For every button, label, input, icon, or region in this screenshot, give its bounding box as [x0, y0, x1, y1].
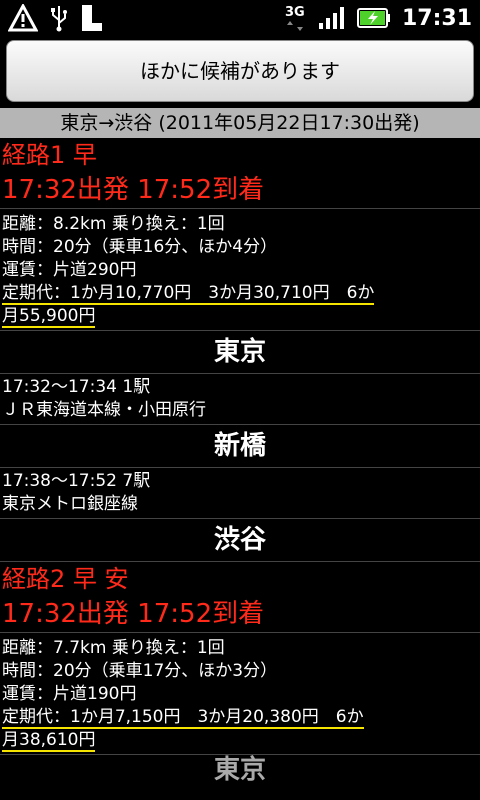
route-title: 経路2 早 安: [2, 565, 129, 593]
route-segment: 17:32～17:34 1駅 ＪＲ東海道本線・小田原行: [0, 374, 480, 424]
3g-icon: 3G: [285, 5, 305, 31]
route-duration: 時間：20分（乗車16分、ほか4分）: [2, 237, 278, 257]
sd-card-icon: [82, 5, 102, 31]
route-times: 17:32出発 17:52到着: [2, 599, 265, 629]
route-distance: 距離：8.2km 乗り換え：1回: [2, 214, 225, 234]
signal-icon: [318, 7, 344, 29]
status-time: 17:31: [401, 5, 472, 31]
route-fare: 運賃：片道190円: [2, 684, 137, 704]
segment-line: 東京メトロ銀座線: [2, 494, 138, 514]
warning-icon: [8, 4, 38, 32]
route-distance: 距離：7.7km 乗り換え：1回: [2, 638, 225, 658]
commuter-pass-line2: 月55,900円: [2, 306, 96, 328]
route-details: 距離：8.2km 乗り換え：1回 時間：20分（乗車16分、ほか4分） 運賃：片…: [0, 209, 480, 330]
segment-line: ＪＲ東海道本線・小田原行: [2, 400, 206, 420]
station-name: 新橋: [213, 431, 266, 461]
station-name: 東京: [213, 337, 266, 367]
commuter-pass-line1: 定期代：1か月10,770円 3か月30,710円 6か: [2, 283, 375, 305]
route-segment: 17:38～17:52 7駅 東京メトロ銀座線: [0, 468, 480, 518]
network-label: 3G: [285, 5, 305, 20]
segment-time: 17:32～17:34 1駅: [2, 377, 151, 397]
other-candidates-wrap: ほかに候補があります: [0, 36, 480, 108]
route-title: 経路1 早: [2, 141, 97, 169]
route-search-header: 東京→渋谷 (2011年05月22日17:30出発): [0, 108, 480, 138]
status-bar: 3G 17:31: [0, 0, 480, 36]
route-1[interactable]: 経路1 早 17:32出発 17:52到着 距離：8.2km 乗り換え：1回 時…: [0, 138, 480, 562]
segment-time: 17:38～17:52 7駅: [2, 471, 151, 491]
route-duration: 時間：20分（乗車17分、ほか3分）: [2, 661, 278, 681]
commuter-pass-line1: 定期代：1か月7,150円 3か月20,380円 6か: [2, 707, 364, 729]
battery-charging-icon: [356, 8, 390, 28]
usb-icon: [51, 6, 67, 32]
route-details: 距離：7.7km 乗り換え：1回 時間：20分（乗車17分、ほか3分） 運賃：片…: [0, 633, 480, 754]
route-fare: 運賃：片道290円: [2, 260, 137, 280]
route-2[interactable]: 経路2 早 安 17:32出発 17:52到着 距離：7.7km 乗り換え：1回…: [0, 562, 480, 785]
station-name: 東京: [213, 755, 266, 785]
commuter-pass-line2: 月38,610円: [2, 730, 96, 752]
other-candidates-button[interactable]: ほかに候補があります: [6, 40, 474, 102]
station-name: 渋谷: [213, 525, 266, 555]
route-times: 17:32出発 17:52到着: [2, 175, 265, 205]
